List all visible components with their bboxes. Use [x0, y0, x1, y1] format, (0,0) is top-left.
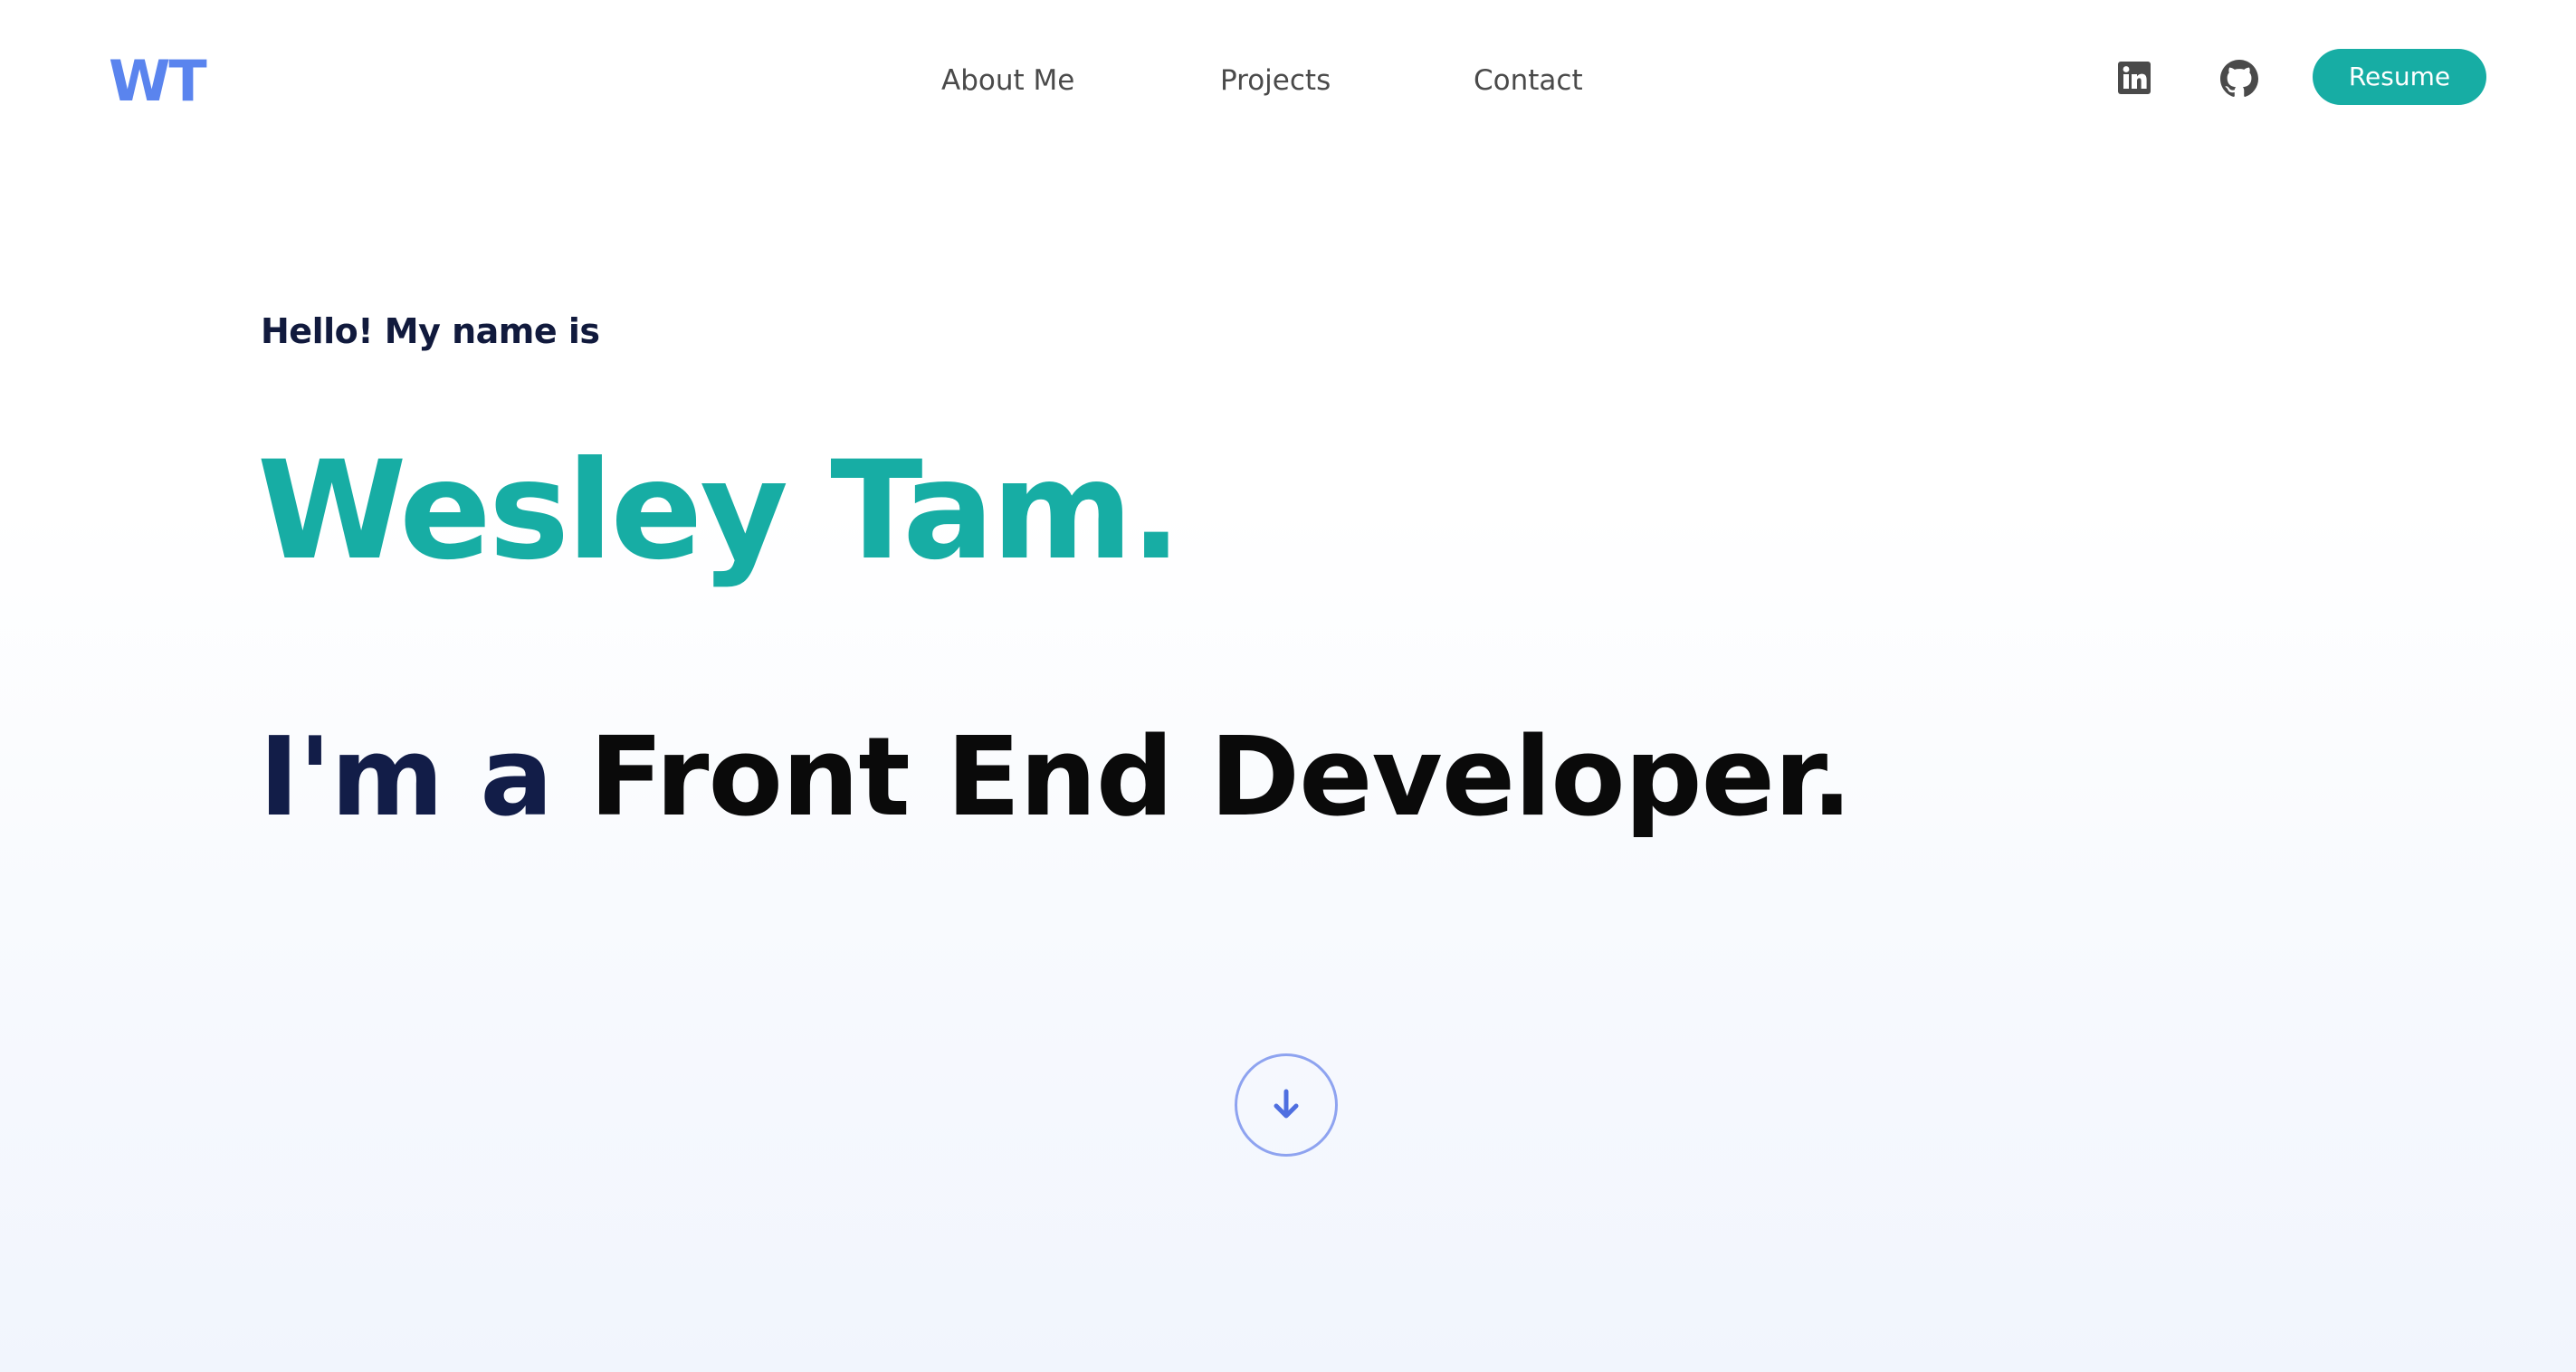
role-title: Front End Developer.	[588, 715, 1853, 841]
hero-name: Wesley Tam.	[257, 433, 1182, 590]
resume-button[interactable]: Resume	[2313, 49, 2486, 105]
role-prefix: I'm a	[259, 715, 553, 841]
navbar: WT About Me Projects Contact Resume	[0, 0, 2576, 154]
site-logo[interactable]: WT	[109, 47, 207, 116]
github-icon[interactable]	[2220, 60, 2258, 97]
nav-link-projects[interactable]: Projects	[1220, 60, 1331, 101]
nav-link-contact[interactable]: Contact	[1474, 60, 1583, 101]
scroll-down-button[interactable]	[1235, 1053, 1338, 1157]
hero-role: I'm a Front End Developer.	[259, 706, 1853, 851]
hero-greeting: Hello! My name is	[261, 311, 600, 351]
linkedin-icon[interactable]	[2116, 60, 2152, 96]
nav-link-about-me[interactable]: About Me	[941, 60, 1074, 101]
arrow-down-icon	[1266, 1084, 1306, 1127]
